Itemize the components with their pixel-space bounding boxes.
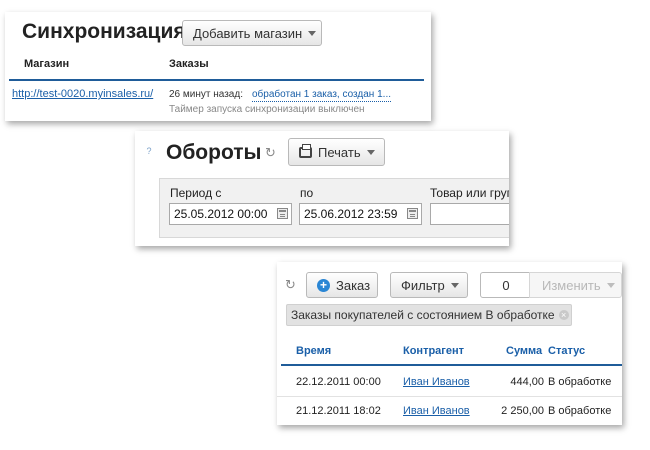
add-order-button[interactable]: + Заказ <box>306 272 378 298</box>
row-sum: 444,00 <box>510 376 544 388</box>
page-title: Обороты <box>166 141 262 164</box>
selected-count: 0 <box>480 272 532 298</box>
chevron-down-icon <box>366 149 375 155</box>
refresh-icon[interactable]: ↻ <box>285 277 296 293</box>
column-header-status[interactable]: Статус <box>548 345 585 357</box>
column-header-sum[interactable]: Сумма <box>506 345 542 357</box>
product-input[interactable] <box>430 203 509 225</box>
chevron-down-icon <box>450 282 459 288</box>
orders-panel: ↻ + Заказ Фильтр 0 Изменить Заказы покуп… <box>277 262 622 425</box>
counterparty-link[interactable]: Иван Иванов <box>403 405 470 417</box>
column-header-time[interactable]: Время <box>296 345 331 357</box>
add-store-button[interactable]: Добавить магазин <box>182 20 322 46</box>
plus-circle-icon: + <box>317 278 330 292</box>
table-row[interactable]: 21.12.2011 18:02 Иван Иванов 2 250,00 В … <box>277 397 622 425</box>
page-title: Синхронизация <box>22 20 186 43</box>
date-from-input[interactable]: 25.05.2012 00:00 <box>169 203 292 225</box>
chevron-down-icon <box>606 282 615 288</box>
filter-button-label: Фильтр <box>401 277 445 293</box>
row-status: В обработке <box>548 405 612 417</box>
column-header-counterparty[interactable]: Контрагент <box>403 345 464 357</box>
sync-panel: Синхронизация Добавить магазин Магазин З… <box>5 12 431 121</box>
orders-sync-link[interactable]: обработан 1 заказ, создан 1... <box>252 89 392 102</box>
print-button[interactable]: Печать <box>288 138 385 166</box>
filter-tag-label: Заказы покупателей с состоянием В обрабо… <box>291 308 555 322</box>
filter-button[interactable]: Фильтр <box>390 272 468 298</box>
row-status: В обработке <box>548 376 612 388</box>
print-button-label: Печать <box>318 144 361 160</box>
calendar-icon[interactable] <box>407 208 418 219</box>
close-icon[interactable]: × <box>558 310 569 320</box>
period-from-label: Период с <box>170 186 222 200</box>
help-icon[interactable]: ? <box>143 145 155 157</box>
chevron-down-icon <box>308 30 317 36</box>
store-link[interactable]: http://test-0020.myinsales.ru/ <box>12 88 153 100</box>
header-divider <box>9 79 424 81</box>
period-to-label: по <box>300 186 314 200</box>
printer-icon <box>299 143 312 158</box>
change-button[interactable]: Изменить <box>529 272 622 298</box>
column-header-orders: Заказы <box>169 58 209 70</box>
date-to-value: 25.06.2012 23:59 <box>304 207 398 221</box>
add-store-button-label: Добавить магазин <box>193 25 303 41</box>
row-sum: 2 250,00 <box>501 405 544 417</box>
add-order-button-label: Заказ <box>336 277 371 293</box>
refresh-icon[interactable]: ↻ <box>265 145 276 161</box>
counterparty-link[interactable]: Иван Иванов <box>403 376 470 388</box>
row-time: 21.12.2011 18:02 <box>296 405 381 417</box>
filter-box: Период с по Товар или груп 25.05.2012 00… <box>159 178 509 238</box>
date-from-value: 25.05.2012 00:00 <box>174 207 268 221</box>
selected-count-value: 0 <box>502 277 510 293</box>
calendar-icon[interactable] <box>277 208 288 219</box>
timer-status: Таймер запуска синхронизации выключен <box>169 104 365 115</box>
row-time: 22.12.2011 00:00 <box>296 376 381 388</box>
table-row[interactable]: 22.12.2011 00:00 Иван Иванов 444,00 В об… <box>277 366 622 397</box>
column-header-store: Магазин <box>24 58 70 70</box>
turnover-panel: ? Обороты ↻ Печать Период с по Товар или… <box>135 131 509 246</box>
sync-time-ago: 26 минут назад: <box>169 89 243 100</box>
filter-tag: Заказы покупателей с состоянием В обрабо… <box>286 304 572 326</box>
product-label: Товар или груп <box>430 186 509 200</box>
change-button-label: Изменить <box>542 277 601 293</box>
date-to-input[interactable]: 25.06.2012 23:59 <box>299 203 422 225</box>
